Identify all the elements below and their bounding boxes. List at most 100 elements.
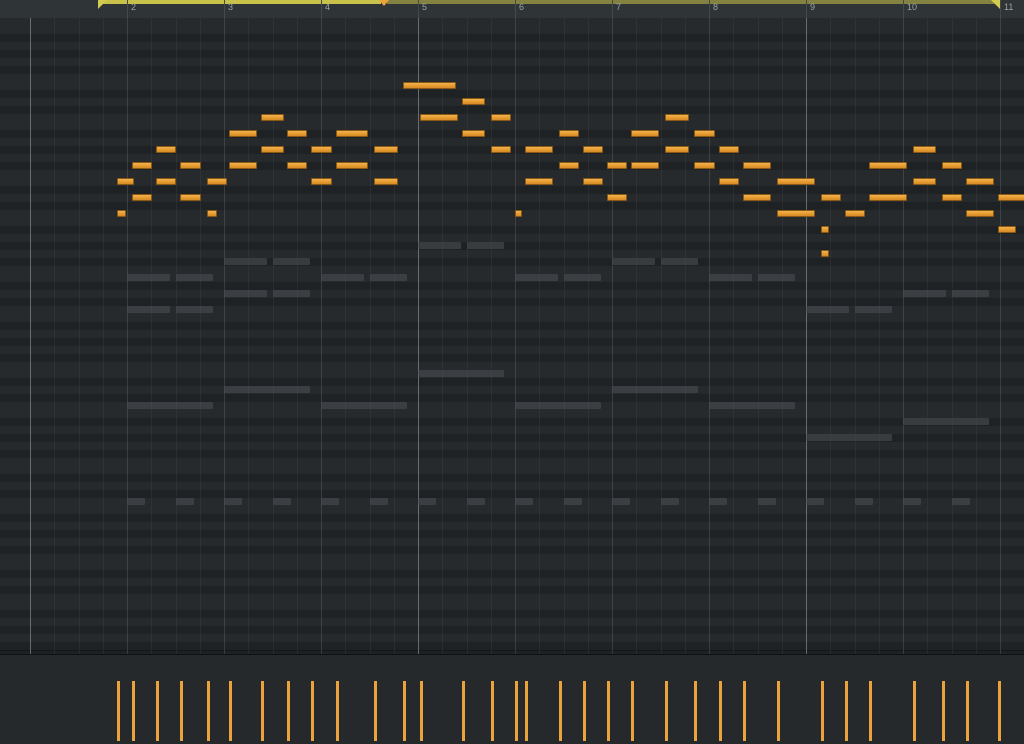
velocity-handle[interactable] — [336, 681, 339, 741]
midi-note[interactable] — [913, 178, 936, 185]
midi-note[interactable] — [311, 146, 331, 153]
midi-note[interactable] — [631, 162, 659, 169]
velocity-handle[interactable] — [694, 681, 697, 741]
velocity-handle[interactable] — [845, 681, 848, 741]
velocity-handle[interactable] — [869, 681, 872, 741]
velocity-handle[interactable] — [420, 681, 423, 741]
velocity-lane[interactable] — [0, 654, 1024, 744]
midi-note[interactable] — [117, 210, 126, 217]
midi-note[interactable] — [132, 162, 152, 169]
midi-note[interactable] — [559, 162, 579, 169]
midi-note[interactable] — [845, 210, 865, 217]
velocity-handle[interactable] — [583, 681, 586, 741]
midi-note[interactable] — [743, 162, 771, 169]
midi-note[interactable] — [403, 82, 455, 89]
midi-note[interactable] — [559, 130, 579, 137]
midi-note[interactable] — [998, 226, 1016, 233]
midi-note[interactable] — [515, 210, 522, 217]
midi-note[interactable] — [374, 146, 397, 153]
midi-note[interactable] — [942, 194, 962, 201]
velocity-handle[interactable] — [207, 681, 210, 741]
midi-note[interactable] — [913, 146, 936, 153]
velocity-handle[interactable] — [403, 681, 406, 741]
midi-note[interactable] — [665, 146, 688, 153]
timeline-ruler[interactable]: 234567891011 — [0, 0, 1024, 19]
loop-start-flag[interactable] — [98, 0, 107, 9]
midi-note[interactable] — [156, 146, 176, 153]
midi-note[interactable] — [156, 178, 176, 185]
midi-note[interactable] — [525, 178, 553, 185]
midi-note[interactable] — [777, 178, 815, 185]
velocity-handle[interactable] — [665, 681, 668, 741]
midi-note[interactable] — [694, 130, 714, 137]
midi-note[interactable] — [998, 194, 1024, 201]
midi-note[interactable] — [311, 178, 331, 185]
midi-note[interactable] — [287, 162, 307, 169]
midi-note[interactable] — [117, 178, 133, 185]
midi-note[interactable] — [525, 146, 553, 153]
velocity-handle[interactable] — [743, 681, 746, 741]
velocity-handle[interactable] — [525, 681, 528, 741]
midi-note[interactable] — [966, 210, 994, 217]
velocity-handle[interactable] — [491, 681, 494, 741]
midi-note[interactable] — [583, 146, 603, 153]
midi-note[interactable] — [374, 178, 397, 185]
velocity-handle[interactable] — [559, 681, 562, 741]
midi-note[interactable] — [821, 250, 830, 257]
velocity-handle[interactable] — [719, 681, 722, 741]
midi-note[interactable] — [207, 210, 218, 217]
velocity-handle[interactable] — [261, 681, 264, 741]
velocity-handle[interactable] — [287, 681, 290, 741]
velocity-handle[interactable] — [229, 681, 232, 741]
midi-note[interactable] — [420, 114, 458, 121]
midi-note[interactable] — [719, 178, 739, 185]
velocity-handle[interactable] — [156, 681, 159, 741]
midi-note[interactable] — [287, 130, 307, 137]
velocity-handle[interactable] — [966, 681, 969, 741]
loop-region[interactable] — [98, 0, 381, 4]
velocity-handle[interactable] — [311, 681, 314, 741]
midi-note[interactable] — [336, 130, 369, 137]
midi-note[interactable] — [869, 162, 907, 169]
midi-note[interactable] — [821, 226, 830, 233]
velocity-handle[interactable] — [821, 681, 824, 741]
midi-note[interactable] — [180, 194, 200, 201]
midi-note[interactable] — [719, 146, 739, 153]
midi-note[interactable] — [462, 130, 485, 137]
velocity-handle[interactable] — [607, 681, 610, 741]
piano-roll-grid[interactable] — [0, 18, 1024, 654]
midi-note[interactable] — [462, 98, 485, 105]
velocity-handle[interactable] — [631, 681, 634, 741]
midi-note[interactable] — [743, 194, 771, 201]
velocity-handle[interactable] — [515, 681, 518, 741]
midi-note[interactable] — [665, 114, 688, 121]
midi-note[interactable] — [942, 162, 962, 169]
midi-note[interactable] — [229, 130, 257, 137]
midi-note[interactable] — [821, 194, 841, 201]
midi-note[interactable] — [631, 130, 659, 137]
midi-note[interactable] — [869, 194, 907, 201]
midi-note[interactable] — [777, 210, 815, 217]
midi-note[interactable] — [607, 162, 627, 169]
velocity-handle[interactable] — [132, 681, 135, 741]
velocity-handle[interactable] — [998, 681, 1001, 741]
velocity-handle[interactable] — [374, 681, 377, 741]
playhead-icon[interactable] — [379, 0, 389, 6]
midi-note[interactable] — [132, 194, 152, 201]
midi-note[interactable] — [261, 146, 284, 153]
velocity-handle[interactable] — [117, 681, 120, 741]
midi-note[interactable] — [583, 178, 603, 185]
velocity-handle[interactable] — [777, 681, 780, 741]
velocity-handle[interactable] — [180, 681, 183, 741]
velocity-handle[interactable] — [462, 681, 465, 741]
midi-note[interactable] — [207, 178, 227, 185]
midi-note[interactable] — [180, 162, 200, 169]
velocity-handle[interactable] — [913, 681, 916, 741]
velocity-handle[interactable] — [942, 681, 945, 741]
loop-end-flag[interactable] — [991, 0, 1000, 9]
midi-note[interactable] — [966, 178, 994, 185]
midi-note[interactable] — [491, 114, 511, 121]
midi-note[interactable] — [336, 162, 369, 169]
midi-note[interactable] — [607, 194, 627, 201]
midi-note[interactable] — [491, 146, 511, 153]
